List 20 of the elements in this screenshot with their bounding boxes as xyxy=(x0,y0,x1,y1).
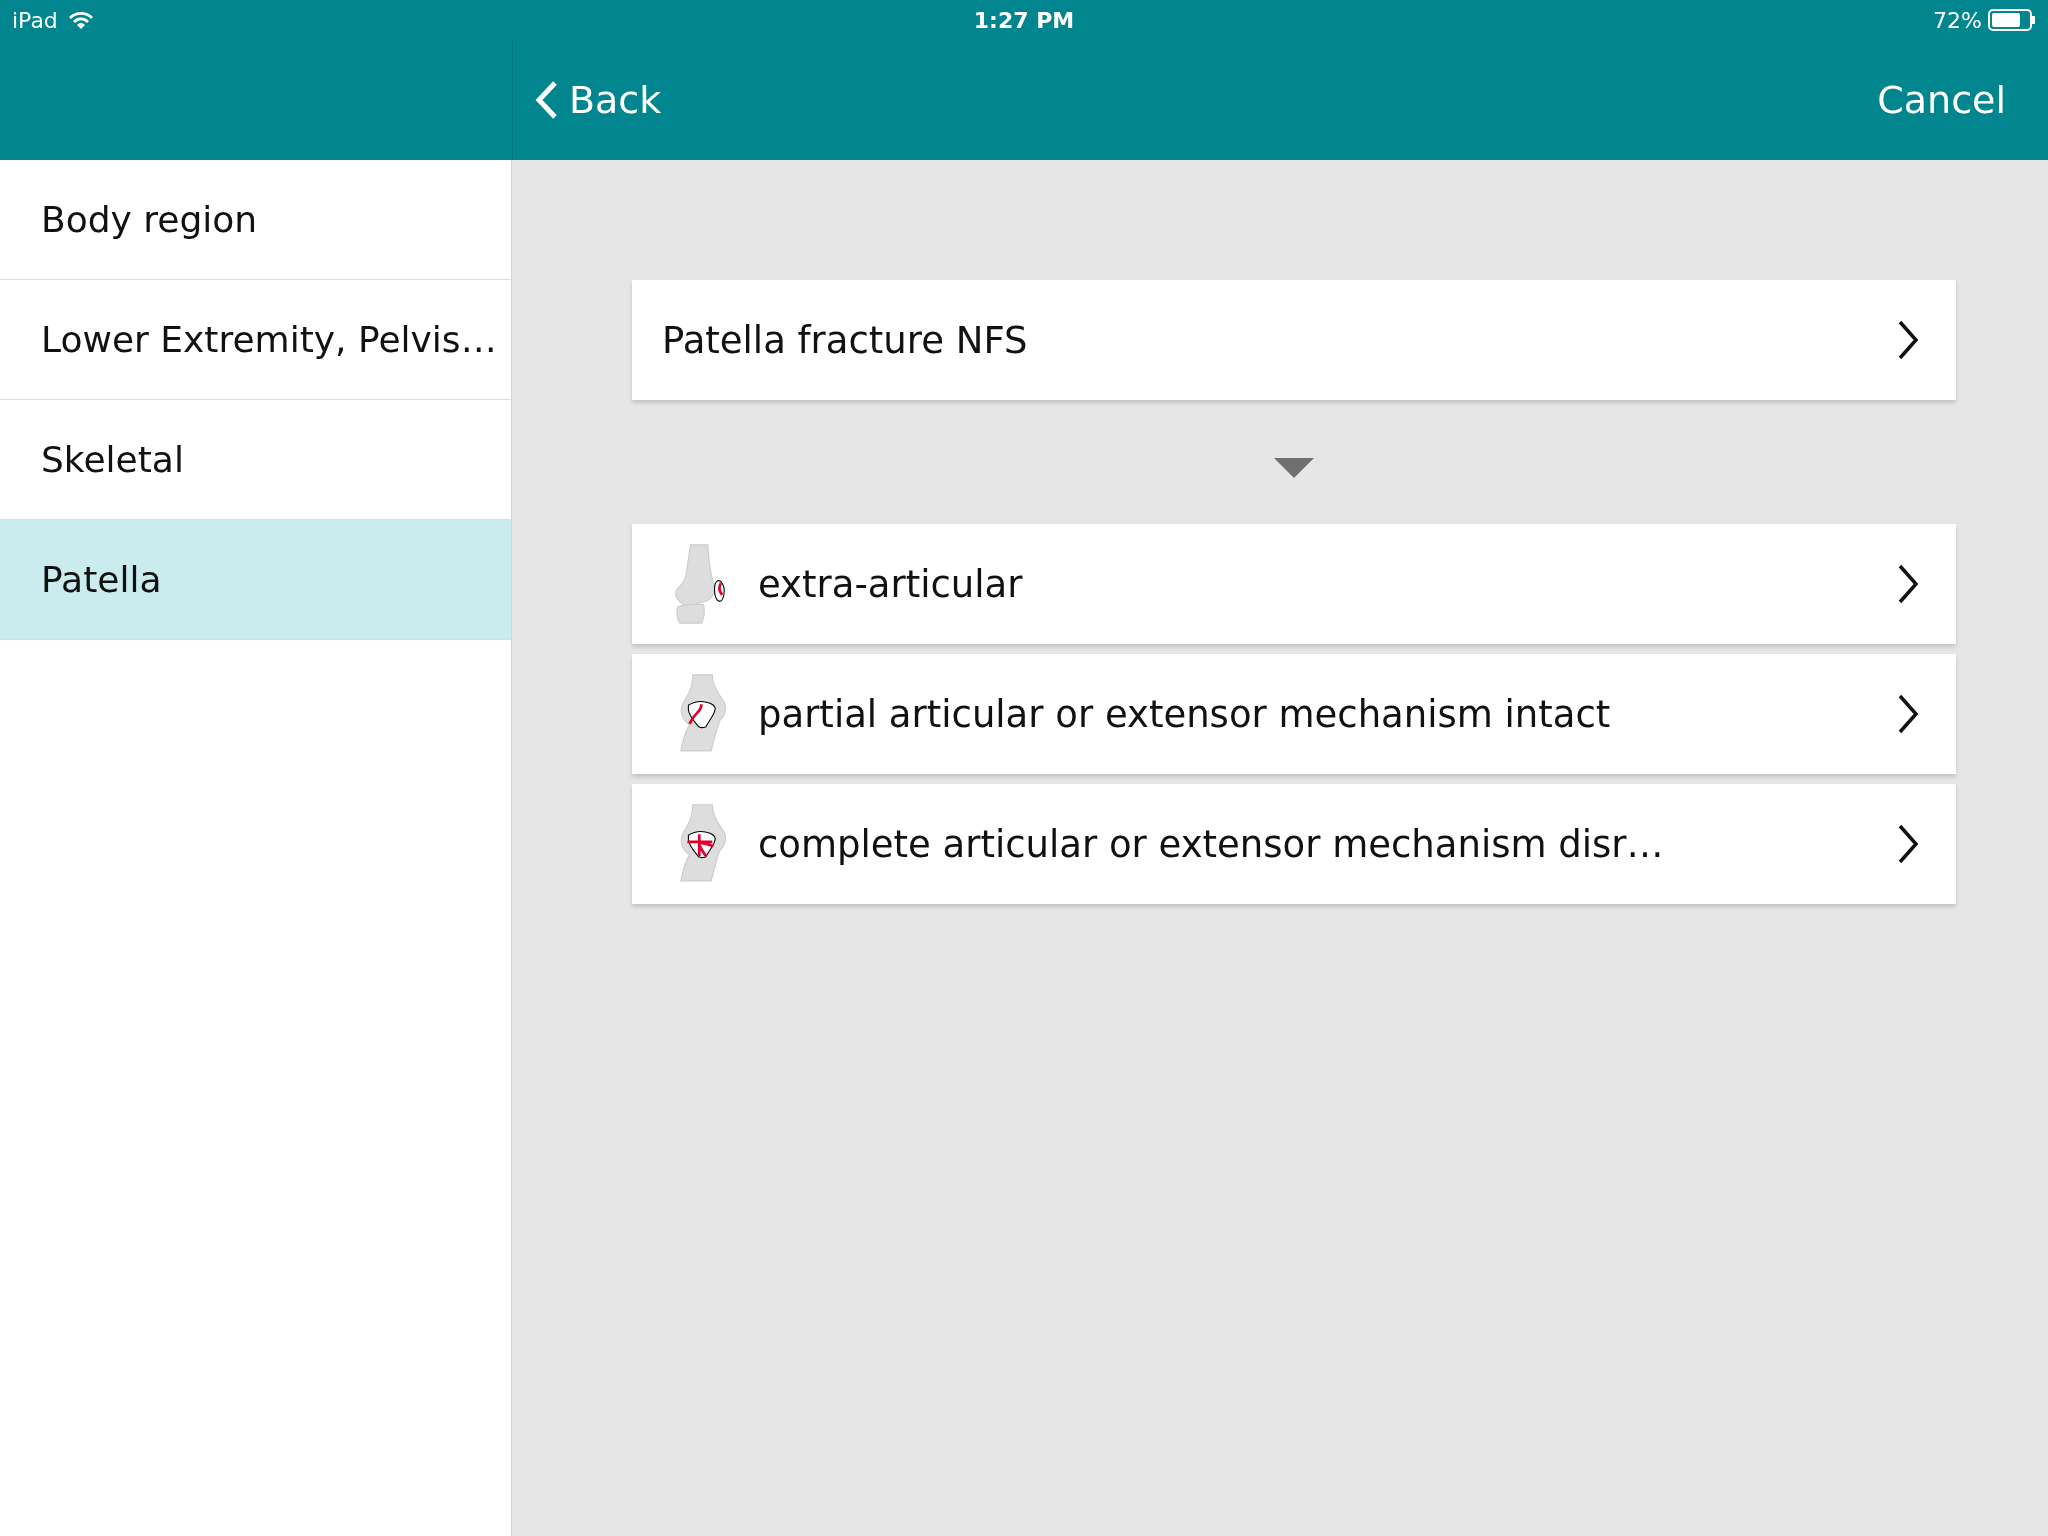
sidebar-item[interactable]: Patella xyxy=(0,520,511,640)
option-row[interactable]: extra-articular xyxy=(632,524,1956,644)
device-name: iPad xyxy=(12,7,58,33)
chevron-right-icon xyxy=(1896,563,1920,605)
chevron-right-icon xyxy=(1896,823,1920,865)
back-button[interactable]: Back xyxy=(535,78,662,122)
triangle-down-icon xyxy=(1274,458,1314,478)
sidebar-item[interactable]: Body region xyxy=(0,160,511,280)
option-row[interactable]: Patella fracture NFS xyxy=(632,280,1956,400)
status-time: 1:27 PM xyxy=(973,7,1075,33)
chevron-right-icon xyxy=(1896,693,1920,735)
cancel-button[interactable]: Cancel xyxy=(1877,78,2006,122)
battery-icon xyxy=(1988,9,2036,31)
wifi-icon xyxy=(67,10,94,30)
battery-percent: 72% xyxy=(1933,7,1982,33)
chevron-left-icon xyxy=(535,80,559,120)
option-row[interactable]: complete articular or extensor mechanism disr… xyxy=(632,784,1956,904)
chevron-right-icon xyxy=(1896,319,1920,361)
sidebar-item[interactable]: Lower Extremity, Pelvis… xyxy=(0,280,511,400)
option-row[interactable]: partial articular or extensor mechanism intact xyxy=(632,654,1956,774)
